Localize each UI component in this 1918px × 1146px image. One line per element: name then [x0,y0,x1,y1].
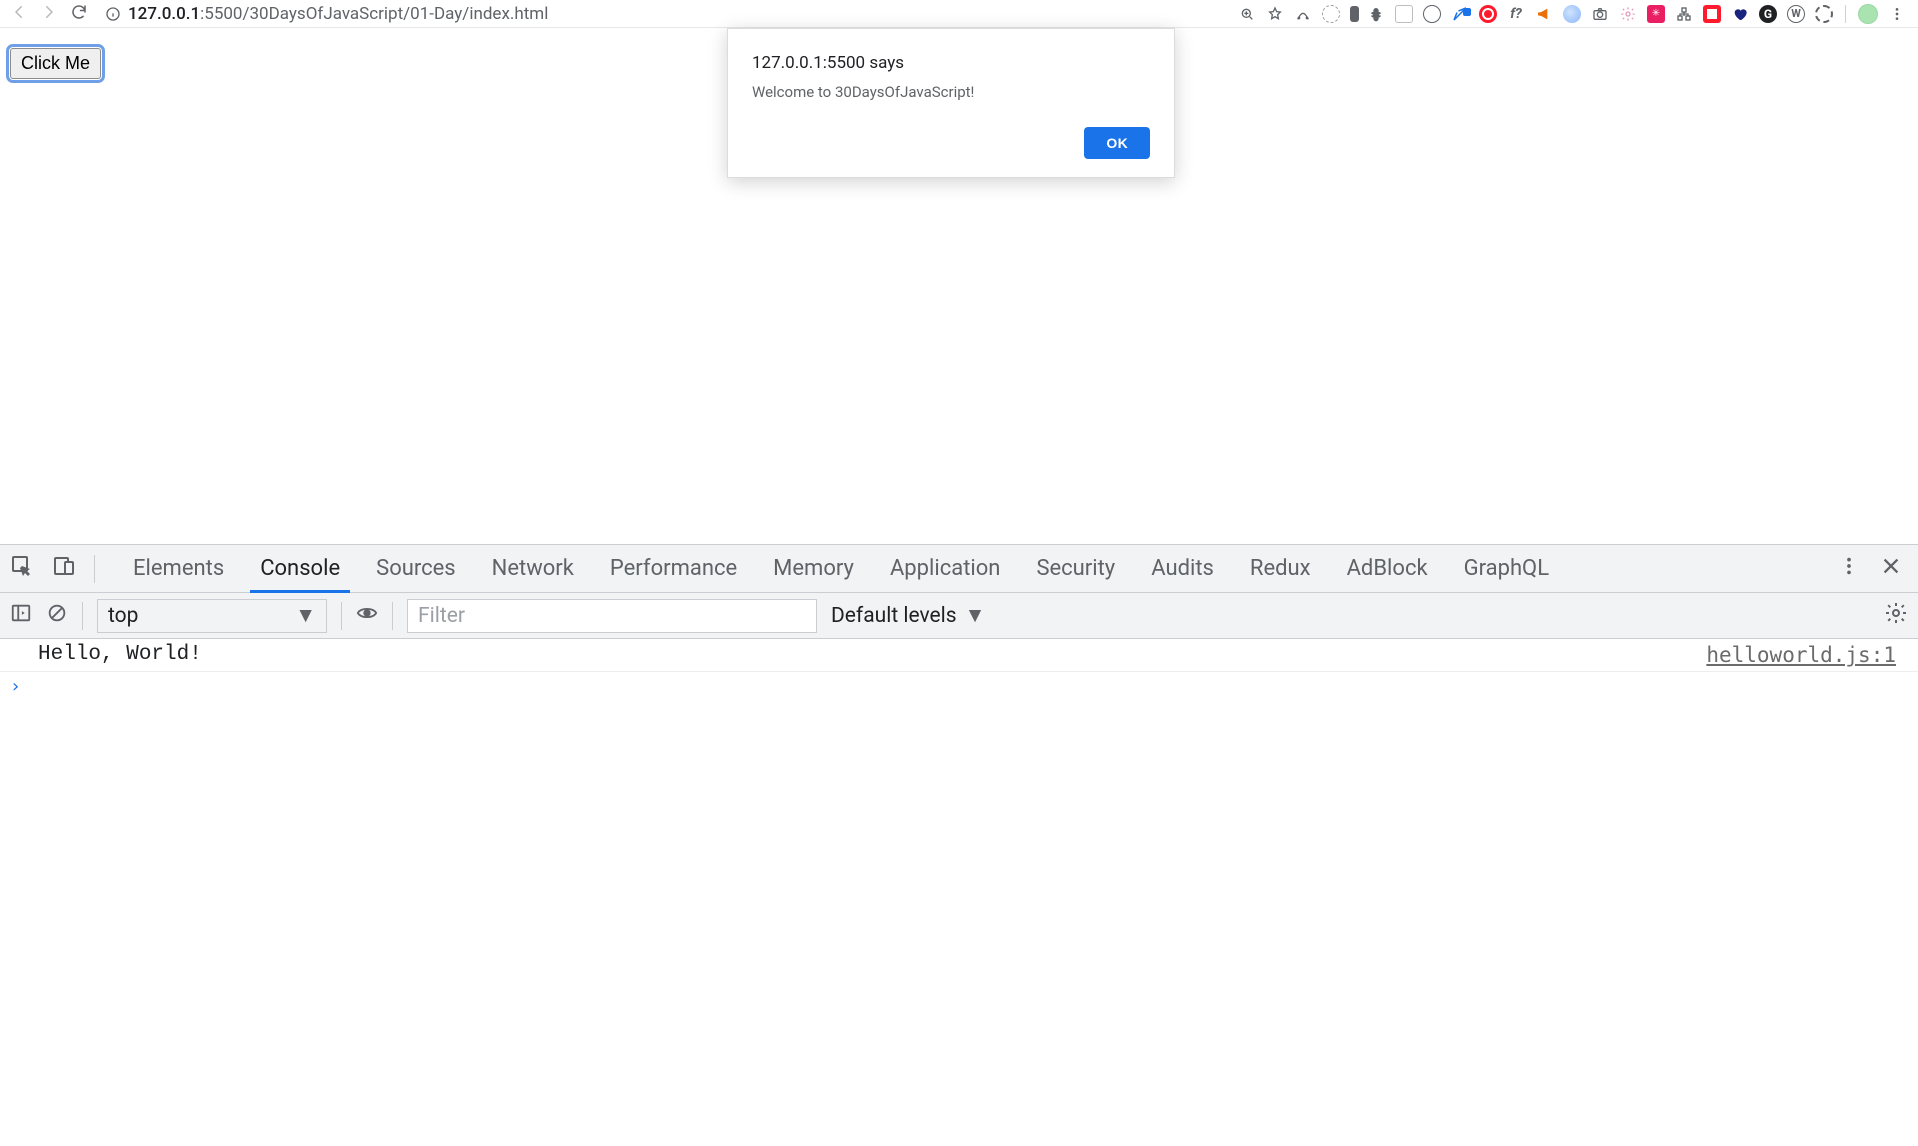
separator [94,555,95,583]
profile-avatar[interactable] [1858,4,1878,24]
viewport: Click Me 127.0.0.1:5500 says Welcome to … [0,28,1918,1146]
browser-toolbar: 127.0.0.1:5500/30DaysOfJavaScript/01-Day… [0,0,1918,28]
url-path: :5500/30DaysOfJavaScript/01-Day/index.ht… [200,4,548,24]
tab-console[interactable]: Console [242,545,358,592]
devtools-panel: Elements Console Sources Network Perform… [0,544,1918,1146]
live-expression-icon[interactable] [356,602,378,630]
tab-adblock[interactable]: AdBlock [1329,545,1446,592]
zoom-icon[interactable] [1238,5,1256,23]
levels-label: Default levels [831,604,957,628]
device-toolbar-icon[interactable] [52,554,76,584]
clear-console-icon[interactable] [46,602,68,630]
extension-icon[interactable] [1350,6,1359,22]
url-host: 127.0.0.1 [128,4,200,24]
tab-performance[interactable]: Performance [592,545,755,592]
filter-placeholder: Filter [418,604,465,628]
dropdown-caret-icon: ▼ [295,604,316,628]
console-toolbar: top ▼ Filter Default levels ▼ [0,593,1918,639]
omnibox[interactable]: 127.0.0.1:5500/30DaysOfJavaScript/01-Day… [104,3,548,25]
execution-context-select[interactable]: top ▼ [97,599,327,633]
extension-heart-icon[interactable] [1731,5,1749,23]
separator [82,602,83,630]
toolbar-divider [1845,5,1846,23]
console-source-link[interactable]: helloworld.js:1 [1706,643,1896,667]
click-me-button[interactable]: Click Me [10,48,101,79]
context-label: top [108,604,138,628]
devtools-close-icon[interactable] [1880,555,1902,583]
separator [392,602,393,630]
extension-camera-icon[interactable] [1591,5,1609,23]
nav-buttons [6,3,94,25]
dropdown-caret-icon: ▼ [965,604,986,628]
console-prompt[interactable]: › [0,672,1918,703]
extension-icon[interactable] [1451,5,1469,23]
prompt-chevron-icon: › [10,676,21,697]
devtools-tabs: Elements Console Sources Network Perform… [0,545,1918,593]
alert-message: Welcome to 30DaysOfJavaScript! [752,83,1150,101]
extension-icon[interactable] [1675,5,1693,23]
extension-icon[interactable] [1322,5,1340,23]
tab-security[interactable]: Security [1018,545,1133,592]
tab-graphql[interactable]: GraphQL [1446,545,1567,592]
site-info-icon[interactable] [104,5,122,23]
reload-button[interactable] [70,3,88,25]
toolbar-icons: f? ✳ G W [1238,4,1912,24]
tab-network[interactable]: Network [474,545,592,592]
extension-gear-icon[interactable] [1619,5,1637,23]
console-message: Hello, World! [38,643,202,666]
inspect-element-icon[interactable] [10,554,34,584]
extension-icon[interactable] [1294,5,1312,23]
log-levels-select[interactable]: Default levels ▼ [831,604,985,628]
forward-button[interactable] [40,3,58,25]
tab-elements[interactable]: Elements [115,545,242,592]
extension-opera-icon[interactable] [1479,5,1497,23]
extension-icon[interactable] [1703,5,1721,23]
extension-wordpress-icon[interactable]: W [1787,5,1805,23]
separator [341,602,342,630]
tab-redux[interactable]: Redux [1232,545,1329,592]
devtools-kebab-icon[interactable] [1838,555,1860,583]
alert-title: 127.0.0.1:5500 says [752,53,1150,73]
extension-megaphone-icon[interactable] [1535,5,1553,23]
extension-icon[interactable] [1563,5,1581,23]
console-sidebar-toggle-icon[interactable] [10,602,32,630]
console-row: Hello, World! helloworld.js:1 [0,639,1918,672]
tab-application[interactable]: Application [872,545,1018,592]
bookmark-star-icon[interactable] [1266,5,1284,23]
extension-icon[interactable]: ✳ [1647,5,1665,23]
console-filter-input[interactable]: Filter [407,599,817,633]
extension-icon[interactable] [1423,5,1441,23]
tab-memory[interactable]: Memory [755,545,872,592]
tab-sources[interactable]: Sources [358,545,474,592]
console-settings-icon[interactable] [1884,601,1908,631]
extension-icon[interactable] [1367,5,1385,23]
back-button[interactable] [10,3,28,25]
extension-icon[interactable] [1815,5,1833,23]
js-alert-dialog: 127.0.0.1:5500 says Welcome to 30DaysOfJ… [727,28,1175,178]
extension-icon[interactable]: f? [1507,5,1525,23]
console-body[interactable]: Hello, World! helloworld.js:1 › [0,639,1918,1146]
alert-ok-button[interactable]: OK [1084,127,1150,159]
kebab-menu-icon[interactable] [1888,5,1906,23]
extension-icon[interactable]: G [1759,5,1777,23]
extension-icon[interactable] [1395,5,1413,23]
tab-audits[interactable]: Audits [1133,545,1232,592]
